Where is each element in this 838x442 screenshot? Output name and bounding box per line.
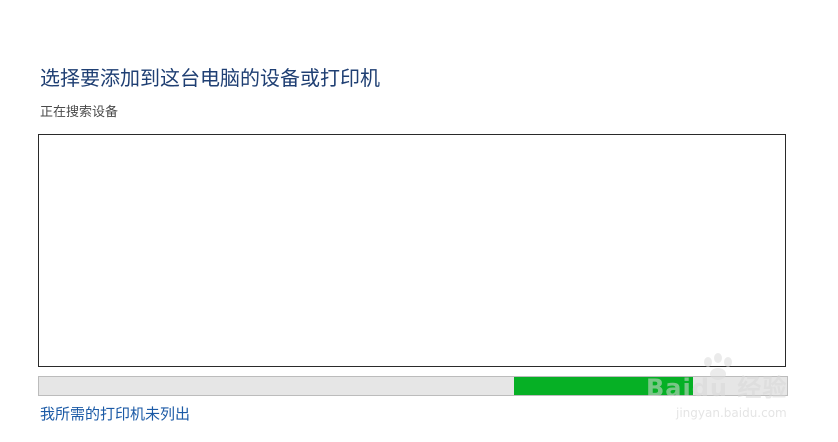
- watermark-url: jingyan.baidu.com: [676, 406, 787, 420]
- baidu-watermark: Baidu 经验 jingyan.baidu.com: [640, 352, 820, 432]
- watermark-brand: Baidu 经验: [646, 374, 788, 402]
- search-status-text: 正在搜索设备: [40, 105, 119, 120]
- printer-not-listed-link[interactable]: 我所需的打印机未列出: [40, 403, 190, 424]
- device-list-panel[interactable]: [38, 134, 786, 367]
- page-title: 选择要添加到这台电脑的设备或打印机: [40, 66, 380, 90]
